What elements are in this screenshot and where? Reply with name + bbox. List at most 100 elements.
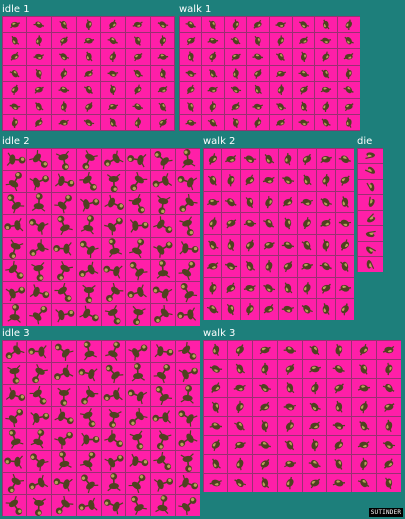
- sprite-frame: [126, 237, 150, 259]
- sprite-frame: [52, 170, 76, 192]
- sprite-frame: [357, 257, 383, 272]
- sprite-frame: [270, 32, 292, 49]
- sprite-frame: [302, 454, 327, 473]
- sprite-frame: [27, 494, 51, 516]
- sprite-frame: [376, 473, 401, 492]
- sprite-frame: [222, 148, 241, 169]
- sprite-frame: [76, 148, 101, 170]
- sprite-frame: [101, 450, 126, 472]
- sprite-frame: [2, 384, 27, 406]
- sprite-frame: [126, 16, 150, 32]
- sprite-frame: [224, 32, 247, 49]
- sprite-frame: [101, 82, 126, 98]
- sprite-frame: [297, 277, 316, 298]
- sprite-frame: [27, 148, 51, 170]
- sprite-frame: [126, 49, 150, 65]
- sprite-frame: [352, 397, 376, 416]
- sprite-frame: [126, 82, 150, 98]
- sprite-frame: [352, 340, 376, 359]
- sprite-frame: [337, 115, 360, 131]
- sprite-frame: [52, 406, 76, 428]
- sprite-frame: [316, 277, 335, 298]
- sprite-frame: [150, 32, 175, 49]
- sprite-frame: [175, 259, 200, 281]
- sprite-frame: [327, 340, 351, 359]
- sprite-frame: [352, 359, 376, 378]
- sprite-frame: [76, 450, 101, 472]
- sprite-frame: [126, 494, 150, 516]
- sprite-frame: [175, 304, 200, 326]
- sprite-frame: [292, 16, 315, 32]
- sprite-frame: [203, 397, 228, 416]
- sprite-frame: [203, 378, 228, 397]
- sprite-frame: [203, 148, 222, 169]
- sprite-frame: [175, 450, 200, 472]
- sprite-frame: [52, 494, 76, 516]
- sprite-frame: [76, 304, 101, 326]
- frames-panel-walk-2: [203, 148, 354, 320]
- sprite-frame: [76, 259, 101, 281]
- sprite-frame: [260, 148, 278, 169]
- sprite-frame: [2, 450, 27, 472]
- sprite-frame: [76, 494, 101, 516]
- sprite-frame: [335, 170, 354, 191]
- sprite-frame: [126, 340, 150, 362]
- sprite-frame: [27, 49, 51, 65]
- sprite-frame: [101, 193, 126, 215]
- sprite-frame: [202, 16, 224, 32]
- sprite-frame: [253, 473, 277, 492]
- sprite-frame: [76, 362, 101, 384]
- sprite-frame: [101, 115, 126, 131]
- sprite-frame: [179, 32, 202, 49]
- sprite-frame: [247, 32, 269, 49]
- sprite-frame: [126, 384, 150, 406]
- sprite-frame: [126, 406, 150, 428]
- sprite-frame: [277, 397, 302, 416]
- sprite-frame: [150, 115, 175, 131]
- sprite-frame: [52, 362, 76, 384]
- sprite-frame: [126, 450, 150, 472]
- sprite-frame: [175, 472, 200, 494]
- sprite-frame: [2, 340, 27, 362]
- sprite-frame: [202, 82, 224, 98]
- sprite-frame: [222, 277, 241, 298]
- sprite-frame: [315, 98, 337, 115]
- sprite-frame: [228, 359, 252, 378]
- sprite-frame: [76, 82, 101, 98]
- sprite-frame: [228, 435, 252, 454]
- sprite-frame: [203, 340, 228, 359]
- sprite-frame: [51, 82, 76, 98]
- sprite-frame: [335, 299, 354, 320]
- sprite-frame: [376, 435, 401, 454]
- sprite-frame: [270, 82, 292, 98]
- sprite-frame: [179, 16, 202, 32]
- sprite-frame: [253, 416, 277, 435]
- sprite-frame: [292, 98, 315, 115]
- sprite-frame: [76, 237, 101, 259]
- sprite-frame: [316, 191, 335, 212]
- sprite-frame: [101, 406, 126, 428]
- sprite-frame: [2, 49, 27, 65]
- sprite-frame: [101, 215, 126, 237]
- sprite-frame: [52, 237, 76, 259]
- sprite-frame: [327, 416, 351, 435]
- section-label-walk-1: walk 1: [179, 4, 212, 15]
- sprite-frame: [357, 210, 383, 225]
- sprite-frame: [151, 282, 175, 304]
- sprite-frame: [357, 179, 383, 194]
- sprite-frame: [260, 170, 278, 191]
- sprite-frame: [101, 98, 126, 115]
- sprite-frame: [52, 282, 76, 304]
- sprite-frame: [101, 237, 126, 259]
- sprite-frame: [357, 241, 383, 256]
- sprite-frame: [228, 473, 252, 492]
- sprite-frame: [101, 362, 126, 384]
- sprite-frame: [352, 416, 376, 435]
- sprite-frame: [126, 304, 150, 326]
- sprite-frame: [277, 473, 302, 492]
- sprite-frame: [297, 191, 316, 212]
- sprite-frame: [203, 277, 222, 298]
- sprite-frame: [52, 384, 76, 406]
- sprite-frame: [241, 256, 260, 277]
- sprite-frame: [297, 148, 316, 169]
